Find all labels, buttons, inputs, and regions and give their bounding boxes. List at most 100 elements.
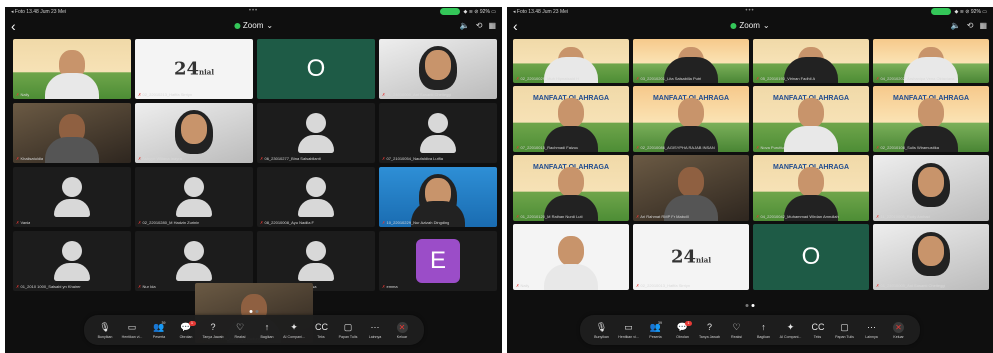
- battery-status: ◆ ≋ ⊘ 92% ▭: [954, 8, 987, 15]
- participant-face: [678, 97, 704, 128]
- qa-button[interactable]: ? Tanya Jawab: [200, 322, 227, 339]
- meeting-title[interactable]: Zoom ⌄: [233, 21, 273, 30]
- participant-tile[interactable]: MANFAAT OLAHRAGA04_22010042_Muhammad Wir…: [753, 155, 869, 221]
- page-dot[interactable]: [751, 304, 755, 307]
- captions-button[interactable]: CC Teks: [804, 322, 831, 339]
- participant-tile[interactable]: Ari Rahmat RMP Fr Mabcill: [633, 155, 749, 221]
- participant-name: 05_22010193_Virinan Fadhil A: [756, 76, 815, 81]
- chat-button[interactable]: 💬 Obrolan 1: [173, 320, 200, 339]
- participant-tile[interactable]: Vania: [13, 167, 131, 227]
- participants-button[interactable]: 👥 Peserta 39: [146, 321, 173, 339]
- qa-button[interactable]: ? Tanya Jawab: [696, 322, 723, 339]
- participant-tile[interactable]: 01_24010000_Ani Susanti Cheiteggi: [379, 39, 497, 99]
- letter-avatar: O: [257, 39, 375, 99]
- captions-button[interactable]: CC Teks: [308, 322, 335, 339]
- participant-tile[interactable]: O: [257, 39, 375, 99]
- participant-tile[interactable]: MANFAAT OLAHRAGA02_22010086_AGISYPHA RAJ…: [633, 86, 749, 152]
- multitask-dots[interactable]: •••: [745, 8, 754, 14]
- participant-tile[interactable]: 02_22010029_Muh Hipnatsaid H: [513, 39, 629, 83]
- page-indicator[interactable]: [249, 310, 258, 313]
- active-call-indicator[interactable]: [440, 8, 461, 15]
- mic-button[interactable]: 🎙 Bunyikan: [588, 322, 615, 339]
- participant-face: [678, 166, 704, 197]
- leave-button[interactable]: ✕ Keluar: [885, 321, 912, 339]
- share-icon: ↑: [264, 321, 270, 332]
- participant-name: 01_2010 1000_Salsabi yn Khairer: [16, 284, 80, 289]
- back-chevron-icon[interactable]: ‹: [513, 18, 523, 34]
- page-dot[interactable]: [249, 310, 252, 313]
- participant-tile[interactable]: Naily: [13, 39, 131, 99]
- active-call-indicator[interactable]: [931, 8, 952, 15]
- speaker-icon[interactable]: 🔈: [460, 21, 470, 30]
- toolbar-label: Tanya Jawab: [202, 334, 224, 339]
- participant-tile[interactable]: 02_22010280_M Hadzin Zurinin: [135, 167, 253, 227]
- chat-button[interactable]: 💬 Obrolan 1: [669, 320, 696, 339]
- camera-switch-icon[interactable]: ⟲: [967, 21, 974, 30]
- back-chevron-icon[interactable]: ‹: [11, 18, 21, 34]
- leave-icon: ✕: [893, 321, 904, 333]
- participant-tile[interactable]: 01_24010000_Ani Susanti Cheiteggi: [873, 224, 989, 290]
- page-indicator[interactable]: [745, 304, 755, 307]
- participant-tile[interactable]: 08_22010008_Ayu Nadila F: [257, 167, 375, 227]
- multitask-dots[interactable]: •••: [249, 8, 258, 14]
- reaction-icon: ♡: [732, 321, 741, 332]
- participant-tile[interactable]: 07_21010054_Naufaldiva Lutfia: [379, 103, 497, 163]
- reaction-button[interactable]: ♡ Reaksi: [723, 322, 750, 339]
- participant-tile[interactable]: 03_22010201_Lita Salsabilla Putri: [633, 39, 749, 83]
- participant-tile[interactable]: Khalisatuldia: [13, 103, 131, 163]
- page-dot[interactable]: [745, 304, 749, 307]
- letter-avatar: E: [416, 239, 460, 283]
- speaker-icon[interactable]: 🔈: [951, 21, 961, 30]
- participant-tile[interactable]: 24nial 02_22010213_Hafifa Sirriyn: [135, 39, 253, 99]
- more-icon: ⋯: [867, 321, 876, 332]
- grid-view-icon[interactable]: ▦: [979, 21, 987, 30]
- video-button[interactable]: ▭ Hentikan vi...: [615, 322, 642, 339]
- participant-tile[interactable]: 05_22010193_Virinan Fadhil A: [753, 39, 869, 83]
- participant-tile[interactable]: 01_2010 1000_Salsabi yn Khairer: [13, 231, 131, 291]
- participant-tile[interactable]: 06_23010277_Bina Salsabilanti: [257, 103, 375, 163]
- toolbar-label: Bunyikan: [594, 334, 609, 339]
- participant-tile[interactable]: 24nial 02_22010013_Hafifa Sirriyn: [633, 224, 749, 290]
- whiteboard-button[interactable]: ▢ Papan Tulis: [831, 322, 858, 339]
- participant-tile[interactable]: MANFAAT OLAHRAGA02_22010108_Sulis Wiramu…: [873, 86, 989, 152]
- participant-name: 02_22010086_AGISYPHA RAJAB INSAN: [636, 145, 714, 150]
- status-indicators: ◆ ≋ ⊘ 92% ▭: [931, 8, 987, 15]
- participant-name: 11_22010005_Rudy Amhad: [876, 214, 929, 219]
- captions-icon: CC: [315, 321, 328, 332]
- participant-tile[interactable]: Naily: [513, 224, 629, 290]
- participant-tile[interactable]: 01_22010180_Syahra Nurisa: [257, 231, 375, 291]
- ai-companion-button[interactable]: ✦ AI Compani...: [281, 322, 308, 339]
- participant-name: Vania: [16, 220, 30, 225]
- ai-companion-button[interactable]: ✦ AI Compani...: [777, 322, 804, 339]
- leave-button[interactable]: ✕ Keluar: [389, 321, 416, 339]
- more-button[interactable]: ⋯ Lainnya: [858, 322, 885, 339]
- toolbar-label: Reaksi: [731, 334, 742, 339]
- share-button[interactable]: ↑ Bagikan: [254, 322, 281, 339]
- video-button[interactable]: ▭ Hentikan vi...: [119, 322, 146, 339]
- reaction-button[interactable]: ♡ Reaksi: [227, 322, 254, 339]
- participant-tile[interactable]: O: [753, 224, 869, 290]
- grid-view-icon[interactable]: ▦: [488, 21, 496, 30]
- participant-tile[interactable]: 11_22010005_Rudy Amhad: [873, 155, 989, 221]
- participants-button[interactable]: 👥 Peserta 39: [642, 321, 669, 339]
- more-button[interactable]: ⋯ Lainnya: [362, 322, 389, 339]
- mic-button[interactable]: 🎙 Bunyikan: [92, 322, 119, 339]
- participant-name: 06_23010277_Bina Salsabilanti: [260, 156, 320, 161]
- participant-tile[interactable]: 04_22010202_Arshanipa Vena Oktaviana: [873, 39, 989, 83]
- participant-tile[interactable]: 10_22010229_Nur Azizah Dingding: [379, 167, 497, 227]
- participant-tile[interactable]: Ashyyn Wiliana Inayra: [135, 103, 253, 163]
- participant-tile[interactable]: Nur Ida: [135, 231, 253, 291]
- participant-tile[interactable]: MANFAAT OLAHRAGANova Puruttu: [753, 86, 869, 152]
- page-dot[interactable]: [255, 310, 258, 313]
- participant-tile[interactable]: Eemma: [379, 231, 497, 291]
- participant-tile[interactable]: MANFAAT OLAHRAGA01_22010120_M Raihan Nur…: [513, 155, 629, 221]
- participant-tile[interactable]: MANFAAT OLAHRAGA07_22010015_Rachmadi Fai…: [513, 86, 629, 152]
- unread-badge: 1: [685, 320, 692, 326]
- camera-switch-icon[interactable]: ⟲: [476, 21, 483, 30]
- whiteboard-button[interactable]: ▢ Papan Tulis: [335, 322, 362, 339]
- meeting-title[interactable]: Zoom ⌄: [730, 21, 770, 30]
- share-button[interactable]: ↑ Bagikan: [750, 322, 777, 339]
- toolbar-label: Peserta: [152, 334, 166, 339]
- logo-suffix: nial: [696, 255, 712, 265]
- participant-name: 03_22010201_Lita Salsabilla Putri: [636, 76, 701, 81]
